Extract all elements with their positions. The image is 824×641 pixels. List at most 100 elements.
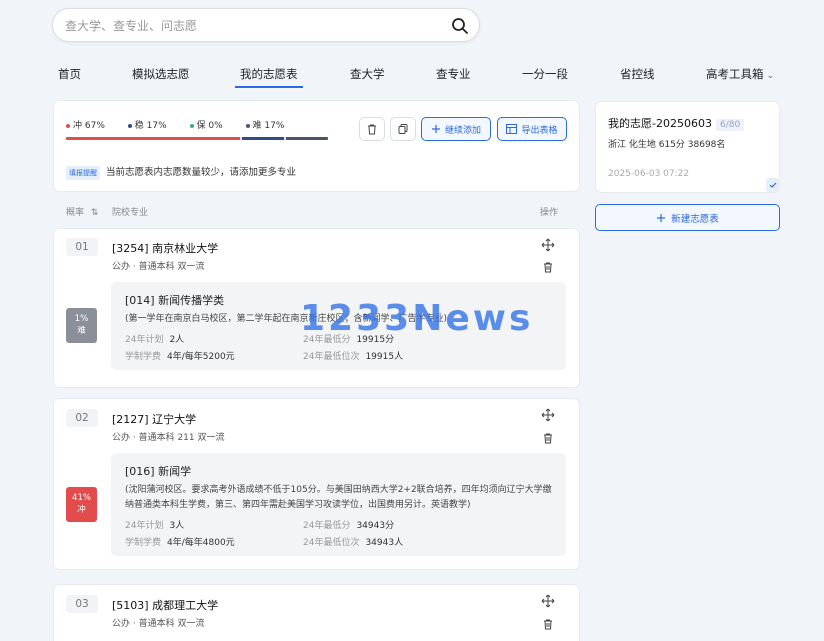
copy-icon	[398, 124, 408, 134]
bao-dot-icon	[189, 123, 194, 128]
fee-label: 学制学费	[125, 352, 162, 362]
chevron-down-icon: ⌄	[766, 71, 775, 81]
min-rank-value: 19915人	[365, 352, 404, 362]
search-icon[interactable]	[451, 17, 469, 35]
min-score-label: 24年最低分	[303, 521, 351, 531]
stat-bao: 保 0%	[189, 121, 233, 131]
min-rank-value: 34943人	[365, 538, 404, 548]
plan-field: 24年计划 3人	[125, 518, 184, 531]
stat-nan: 难 17%	[245, 121, 295, 131]
probability-bar-chong	[66, 137, 240, 140]
fee-label: 学制学费	[125, 538, 162, 548]
selected-check-icon	[766, 178, 780, 192]
trash-icon[interactable]	[541, 617, 555, 631]
university-name[interactable]: [5103] 成都理工大学	[112, 597, 218, 613]
probability-bar	[66, 137, 328, 140]
drag-handle-icon[interactable]	[541, 594, 555, 608]
probability-label: 难	[77, 326, 86, 336]
min-score-value: 34943分	[356, 521, 395, 531]
plan-field: 24年计划 2人	[125, 332, 184, 345]
university-meta: 公办 · 普通本科 211 双一流	[112, 433, 225, 443]
export-table-button[interactable]: 导出表格	[497, 117, 567, 141]
trash-icon[interactable]	[541, 260, 555, 274]
new-volunteer-table-button[interactable]: 新建志愿表	[595, 204, 780, 231]
volunteer-info: 浙江 化生地 615分 38698名	[608, 140, 726, 150]
probability-label: 冲	[77, 505, 86, 515]
drag-handle-icon[interactable]	[541, 408, 555, 422]
volunteer-date: 2025-06-03 07:22	[608, 169, 690, 179]
probability-stats: 冲 67% 稳 17% 保 0% 难 17%	[66, 118, 304, 131]
probability-badge: 1% 难	[66, 308, 97, 343]
stat-wen-label: 稳 17%	[134, 121, 167, 131]
trash-icon	[368, 124, 376, 135]
probability-bar-wen	[241, 137, 285, 140]
continue-add-label: 继续添加	[444, 125, 481, 136]
export-table-label: 导出表格	[521, 125, 558, 136]
volunteer-count: 6/80	[715, 119, 745, 131]
entry-number: 03	[66, 595, 98, 613]
notice-text: 当前志愿表内志愿数量较少，请添加更多专业	[106, 167, 297, 178]
stat-chong: 冲 67%	[66, 121, 115, 131]
major-name: [016] 新闻学	[125, 465, 192, 478]
header-action: 操作	[540, 208, 559, 218]
entry-number: 02	[66, 409, 98, 427]
fee-field: 学制学费 4年/每年5200元	[125, 349, 235, 362]
probability-value: 1%	[74, 314, 89, 324]
continue-add-button[interactable]: 继续添加	[421, 117, 491, 141]
notice-row: 填报提醒 当前志愿表内志愿数量较少，请添加更多专业	[66, 164, 296, 180]
copy-table-button[interactable]	[390, 117, 416, 141]
search-bar[interactable]	[52, 8, 480, 42]
plus-icon	[657, 213, 666, 222]
major-card[interactable]: [016] 新闻学 (沈阳蒲河校区。要求高考外语成绩不低于105分。与美国田纳西…	[111, 453, 566, 556]
min-rank-field: 24年最低位次 34943人	[303, 535, 403, 548]
table-icon	[506, 124, 518, 134]
min-rank-label: 24年最低位次	[303, 352, 360, 362]
nav-item-score-rank[interactable]: 一分一段	[522, 66, 568, 82]
search-input[interactable]	[65, 16, 445, 36]
stat-nan-label: 难 17%	[252, 121, 285, 131]
stat-wen: 稳 17%	[127, 121, 177, 131]
min-rank-field: 24年最低位次 19915人	[303, 349, 403, 362]
plan-label: 24年计划	[125, 335, 164, 345]
plan-label: 24年计划	[125, 521, 164, 531]
university-meta: 公办 · 普通本科 双一流	[112, 262, 205, 272]
nan-dot-icon	[245, 123, 250, 128]
nav-tools-label: 高考工具箱	[706, 67, 764, 81]
min-score-field: 24年最低分 34943分	[303, 518, 394, 531]
university-name[interactable]: [3254] 南京林业大学	[112, 240, 218, 256]
main-nav: 首页 模拟选志愿 我的志愿表 查大学 查专业 一分一段 省控线 高考工具箱 ⌄	[52, 60, 780, 88]
min-rank-label: 24年最低位次	[303, 538, 360, 548]
sort-icon: ⇅	[90, 208, 99, 218]
header-rate[interactable]: 概率 ⇅	[66, 205, 98, 218]
university-name[interactable]: [2127] 辽宁大学	[112, 411, 196, 427]
fee-value: 4年/每年5200元	[167, 352, 235, 362]
nav-item-home[interactable]: 首页	[58, 66, 81, 82]
major-name: [014] 新闻传播学类	[125, 294, 225, 307]
entry-number: 01	[66, 238, 98, 256]
fee-value: 4年/每年4800元	[167, 538, 235, 548]
notice-tag: 填报提醒	[66, 165, 100, 180]
header-school: 院校专业	[112, 208, 149, 218]
drag-handle-icon[interactable]	[541, 238, 555, 252]
major-description: (沈阳蒲河校区。要求高考外语成绩不低于105分。与美国田纳西大学2+2联合培养，…	[125, 485, 552, 510]
nav-item-my-volunteer[interactable]: 我的志愿表	[235, 66, 302, 88]
nav-item-simulate[interactable]: 模拟选志愿	[132, 66, 190, 82]
nav-item-majors[interactable]: 查专业	[436, 66, 471, 82]
nav-item-control-line[interactable]: 省控线	[620, 66, 655, 82]
probability-badge: 41% 冲	[66, 487, 97, 522]
volunteer-title-row: 我的志愿-20250603 6/80	[608, 115, 745, 131]
plan-value: 2人	[169, 335, 185, 345]
stat-chong-label: 冲 67%	[73, 121, 105, 131]
stat-bao-label: 保 0%	[196, 121, 223, 131]
header-rate-label: 概率	[66, 208, 85, 218]
delete-table-button[interactable]	[359, 117, 385, 141]
chong-dot-icon	[66, 123, 70, 128]
nav-item-tools[interactable]: 高考工具箱 ⌄	[706, 66, 774, 82]
wen-dot-icon	[127, 123, 132, 128]
trash-icon[interactable]	[541, 431, 555, 445]
nav-item-colleges[interactable]: 查大学	[350, 66, 385, 82]
new-volunteer-table-label: 新建志愿表	[671, 213, 719, 225]
volunteer-title: 我的志愿-20250603	[608, 117, 712, 130]
university-meta: 公办 · 普通本科 双一流	[112, 619, 205, 629]
plan-value: 3人	[169, 521, 185, 531]
